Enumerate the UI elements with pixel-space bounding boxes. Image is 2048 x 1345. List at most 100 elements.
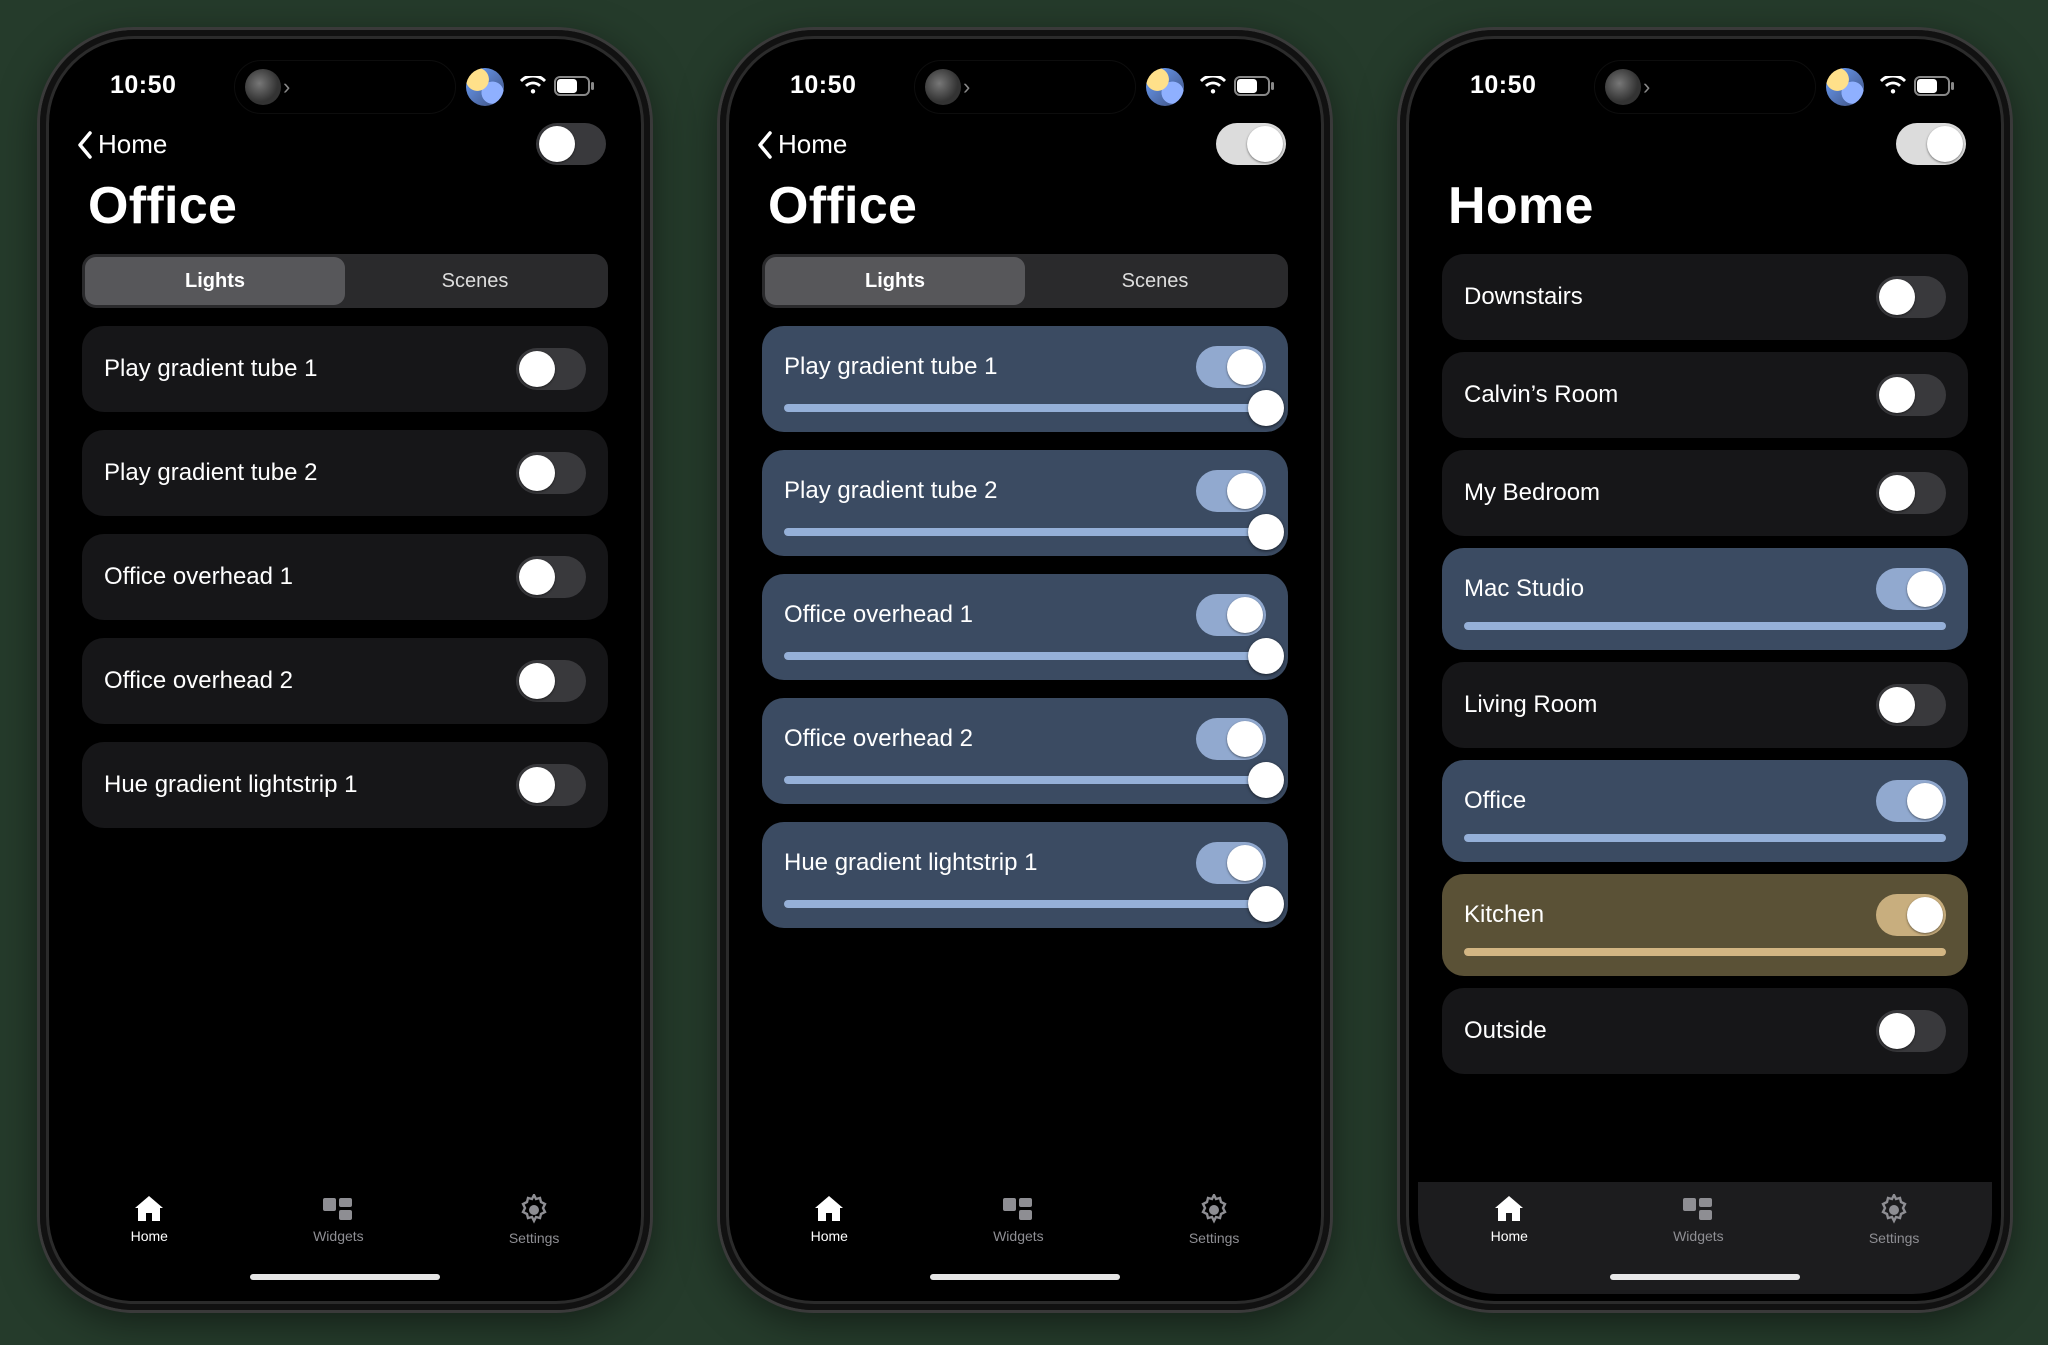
light-row[interactable]: Play gradient tube 2 [762,450,1288,556]
dynamic-island: › [1594,60,1816,114]
widgets-icon [321,1194,355,1224]
home-icon [132,1194,166,1224]
battery-icon [1914,76,1956,96]
brightness-slider[interactable] [784,528,1266,536]
gear-icon [1878,1194,1910,1226]
room-name: Calvin’s Room [1464,381,1618,409]
status-bar: 10:50 › [1418,46,1992,116]
light-toggle[interactable] [516,660,586,702]
light-toggle[interactable] [1196,470,1266,512]
room-row[interactable]: Kitchen [1442,874,1968,976]
room-row[interactable]: Mac Studio [1442,548,1968,650]
home-indicator[interactable] [930,1274,1120,1280]
brightness-slider[interactable] [784,652,1266,660]
room-row[interactable]: Outside [1442,988,1968,1074]
room-row[interactable]: Living Room [1442,662,1968,748]
brightness-slider[interactable] [784,776,1266,784]
light-name: Hue gradient lightstrip 1 [104,771,357,799]
phone-1: 10:50 › Home Office Lights Scenes [40,30,650,1310]
light-row[interactable]: Play gradient tube 1 [762,326,1288,432]
light-toggle[interactable] [1196,718,1266,760]
brightness-slider[interactable] [1464,834,1946,842]
home-indicator[interactable] [250,1274,440,1280]
light-row[interactable]: Hue gradient lightstrip 1 [82,742,608,828]
light-row[interactable]: Office overhead 2 [762,698,1288,804]
status-avatar [1826,68,1864,106]
back-label: Home [98,129,167,160]
chevron-left-icon [76,131,94,159]
room-master-toggle[interactable] [536,123,606,165]
light-name: Play gradient tube 1 [104,355,317,383]
light-name: Hue gradient lightstrip 1 [784,849,1037,877]
lights-list: Play gradient tube 1 Play gradient tube … [738,326,1312,1182]
back-button[interactable]: Home [76,129,167,160]
home-master-toggle[interactable] [1896,123,1966,165]
light-name: Office overhead 1 [104,563,293,591]
room-name: My Bedroom [1464,479,1600,507]
segmented-control[interactable]: Lights Scenes [762,254,1288,308]
status-time: 10:50 [790,71,856,100]
light-row[interactable]: Office overhead 1 [82,534,608,620]
room-master-toggle[interactable] [1216,123,1286,165]
segmented-control[interactable]: Lights Scenes [82,254,608,308]
brightness-slider[interactable] [1464,622,1946,630]
back-label: Home [778,129,847,160]
light-toggle[interactable] [516,452,586,494]
room-row[interactable]: My Bedroom [1442,450,1968,536]
back-button[interactable]: Home [756,129,847,160]
tab-home[interactable]: Home [811,1194,848,1244]
light-name: Office overhead 1 [784,601,973,629]
battery-icon [1234,76,1276,96]
room-toggle[interactable] [1876,276,1946,318]
segment-scenes[interactable]: Scenes [345,257,605,305]
home-icon [812,1194,846,1224]
tab-widgets[interactable]: Widgets [993,1194,1044,1244]
status-avatar [1146,68,1184,106]
light-row[interactable]: Office overhead 1 [762,574,1288,680]
room-name: Mac Studio [1464,575,1584,603]
room-row[interactable]: Office [1442,760,1968,862]
page-title: Office [58,170,632,254]
brightness-slider[interactable] [784,404,1266,412]
light-name: Play gradient tube 1 [784,353,997,381]
room-toggle[interactable] [1876,684,1946,726]
tab-settings[interactable]: Settings [509,1194,560,1246]
segment-lights[interactable]: Lights [85,257,345,305]
brightness-slider[interactable] [1464,948,1946,956]
tab-settings[interactable]: Settings [1869,1194,1920,1246]
room-toggle[interactable] [1876,1010,1946,1052]
brightness-slider[interactable] [784,900,1266,908]
tab-settings[interactable]: Settings [1189,1194,1240,1246]
light-row[interactable]: Hue gradient lightstrip 1 [762,822,1288,928]
light-row[interactable]: Play gradient tube 1 [82,326,608,412]
room-toggle[interactable] [1876,568,1946,610]
room-toggle[interactable] [1876,374,1946,416]
dynamic-island: › [914,60,1136,114]
lights-list: Play gradient tube 1 Play gradient tube … [58,326,632,1182]
light-name: Play gradient tube 2 [104,459,317,487]
segment-lights[interactable]: Lights [765,257,1025,305]
light-toggle[interactable] [1196,346,1266,388]
light-toggle[interactable] [516,348,586,390]
tab-home[interactable]: Home [1491,1194,1528,1244]
tab-widgets[interactable]: Widgets [313,1194,364,1244]
wifi-icon [1200,76,1226,96]
tab-widgets[interactable]: Widgets [1673,1194,1724,1244]
room-name: Living Room [1464,691,1597,719]
room-toggle[interactable] [1876,472,1946,514]
light-toggle[interactable] [1196,594,1266,636]
room-row[interactable]: Calvin’s Room [1442,352,1968,438]
room-toggle[interactable] [1876,894,1946,936]
light-toggle[interactable] [516,556,586,598]
room-toggle[interactable] [1876,780,1946,822]
tab-home[interactable]: Home [131,1194,168,1244]
room-row[interactable]: Downstairs [1442,254,1968,340]
light-toggle[interactable] [1196,842,1266,884]
segment-scenes[interactable]: Scenes [1025,257,1285,305]
light-row[interactable]: Play gradient tube 2 [82,430,608,516]
rooms-list: Downstairs Calvin’s Room My Bedroom Mac … [1418,254,1992,1182]
gear-icon [1198,1194,1230,1226]
light-toggle[interactable] [516,764,586,806]
light-row[interactable]: Office overhead 2 [82,638,608,724]
home-indicator[interactable] [1610,1274,1800,1280]
